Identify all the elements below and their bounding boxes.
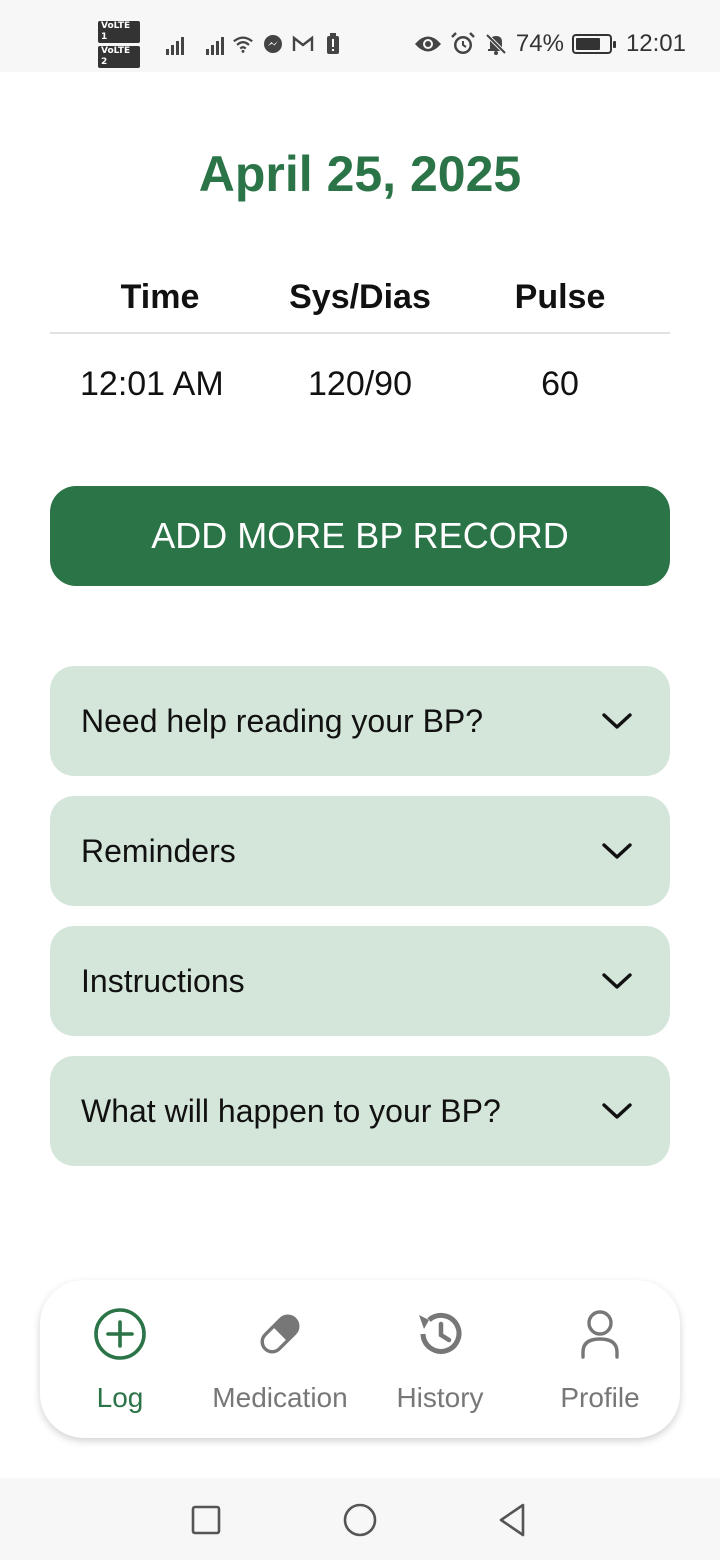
header-pulse: Pulse bbox=[514, 277, 606, 316]
volte-2-badge: VoLTE 2 bbox=[98, 45, 140, 68]
cell-time: 12:01 AM bbox=[80, 364, 224, 403]
chevron-down-icon bbox=[600, 964, 634, 998]
pill-icon bbox=[252, 1306, 308, 1362]
accordion-label: Reminders bbox=[81, 832, 236, 869]
cell-pulse: 60 bbox=[541, 364, 579, 403]
nav-item-log[interactable]: Log bbox=[40, 1280, 200, 1438]
add-bp-record-button[interactable]: ADD MORE BP RECORD bbox=[50, 486, 670, 586]
system-nav-bar bbox=[0, 1478, 720, 1560]
wifi-icon bbox=[232, 33, 254, 55]
nav-label-history: History bbox=[396, 1382, 484, 1413]
home-circle-icon[interactable] bbox=[340, 1500, 380, 1540]
person-icon bbox=[572, 1306, 628, 1362]
nav-item-medication[interactable]: Medication bbox=[200, 1280, 360, 1438]
accordion-reminders[interactable]: Reminders bbox=[50, 796, 670, 906]
accordion-need-help[interactable]: Need help reading your BP? bbox=[50, 666, 670, 776]
volte-indicators: VoLTE 1 VoLTE 2 bbox=[98, 20, 140, 68]
accordion-instructions[interactable]: Instructions bbox=[50, 926, 670, 1036]
messenger-icon bbox=[262, 33, 284, 55]
plus-circle-icon bbox=[92, 1306, 148, 1362]
battery-alert-icon bbox=[322, 33, 344, 55]
accordion-label: Need help reading your BP? bbox=[81, 702, 484, 739]
chevron-down-icon bbox=[600, 1094, 634, 1128]
signal-icon bbox=[166, 33, 184, 55]
back-triangle-icon[interactable] bbox=[492, 1500, 532, 1540]
nav-label-log: Log bbox=[96, 1382, 144, 1413]
recents-square-icon[interactable] bbox=[186, 1500, 226, 1540]
status-left: VoLTE 1 VoLTE 2 bbox=[98, 20, 344, 68]
signal-icon bbox=[206, 33, 224, 55]
status-bar: VoLTE 1 VoLTE 2 74% 12:01 bbox=[0, 0, 720, 72]
gmail-icon bbox=[292, 33, 314, 55]
status-time: 12:01 bbox=[625, 30, 686, 57]
chevron-down-icon bbox=[600, 834, 634, 868]
battery-percent: 74% bbox=[515, 30, 564, 57]
accordion-label: Instructions bbox=[81, 962, 245, 999]
header-sys-dias: Sys/Dias bbox=[289, 277, 431, 316]
table-row: 12:01 AM 120/90 60 bbox=[50, 334, 670, 434]
bell-off-icon bbox=[484, 33, 508, 55]
battery-level bbox=[575, 38, 600, 50]
nav-label-profile: Profile bbox=[560, 1382, 640, 1413]
nav-item-history[interactable]: History bbox=[360, 1280, 520, 1438]
nav-label-medication: Medication bbox=[212, 1382, 348, 1413]
table-header: Time Sys/Dias Pulse bbox=[50, 262, 670, 334]
accordion-what-will-happen[interactable]: What will happen to your BP? bbox=[50, 1056, 670, 1166]
battery-icon bbox=[571, 34, 616, 54]
nav-item-profile[interactable]: Profile bbox=[520, 1280, 680, 1438]
status-right: 74% 12:01 bbox=[414, 28, 686, 60]
cell-sys-dias: 120/90 bbox=[308, 364, 412, 403]
chevron-down-icon bbox=[600, 704, 634, 738]
page-title: April 25, 2025 bbox=[198, 146, 522, 202]
header-time: Time bbox=[120, 277, 200, 316]
alarm-icon bbox=[450, 32, 476, 55]
accordion-label: What will happen to your BP? bbox=[81, 1092, 501, 1129]
history-icon bbox=[412, 1306, 468, 1362]
volte-1-badge: VoLTE 1 bbox=[98, 20, 140, 43]
eye-icon bbox=[414, 33, 442, 55]
bp-table: Time Sys/Dias Pulse 12:01 AM 120/90 60 bbox=[50, 262, 670, 434]
bottom-nav: Log Medication History Profile bbox=[40, 1280, 680, 1438]
